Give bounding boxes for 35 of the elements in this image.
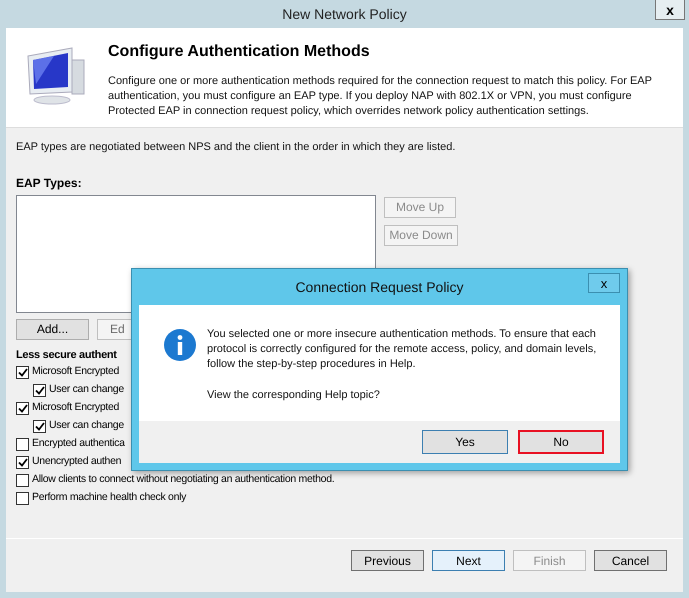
section-label: EAP Types: [16, 174, 83, 192]
window-title: New Network Policy [282, 4, 407, 24]
wizard-button[interactable]: Previous [351, 550, 424, 571]
dialog-button[interactable]: No [518, 430, 604, 454]
checkbox-label: Encrypted authentica [32, 436, 125, 452]
checkbox-label: Perform machine health check only [32, 490, 186, 506]
checkbox-label: User can change [49, 418, 124, 434]
checkbox[interactable] [33, 420, 46, 432]
intro-text: EAP types are negotiated between NPS and the client in the order in which they are listed. [16, 140, 456, 155]
checkbox[interactable] [16, 456, 29, 468]
wizard-button[interactable]: Next [432, 550, 505, 571]
checkbox-label: Microsoft Encrypted [32, 364, 120, 380]
checkbox[interactable] [16, 438, 29, 450]
dialog-question: View the corresponding Help topic? [207, 388, 381, 403]
checkbox[interactable] [16, 366, 29, 378]
checkmark-icon [18, 458, 28, 466]
dialog-button[interactable]: Yes [422, 430, 508, 454]
close-button[interactable]: x [588, 273, 620, 293]
dialog-title: Connection Request Policy [295, 278, 464, 297]
page-description: Configure one or more authentication methods required for the connection request to match this policy. For EAP authentication, you must configure an EAP type. If you deploy NAP with 802.1X or VPN, you must configure Protected EAP in connection request policy, which overrides network policy authentication settings. [108, 74, 653, 119]
wizard-button[interactable]: Cancel [594, 550, 667, 571]
checkbox-label: Microsoft Encrypted [32, 400, 120, 416]
checkbox[interactable] [33, 384, 46, 396]
checkbox[interactable] [16, 474, 29, 486]
info-icon [164, 329, 196, 361]
checkbox-label: Allow clients to connect without negotiating an authentication method. [32, 472, 334, 488]
add-button[interactable]: Add... [16, 318, 89, 340]
checkbox-label: User can change [49, 382, 124, 398]
page-title: Configure Authentication Methods [108, 42, 371, 62]
close-button[interactable]: x [655, 0, 685, 20]
checkbox[interactable] [16, 492, 29, 504]
dialog-message: You selected one or more insecure authentication methods. To ensure that each protocol is correctly configured for the remote access, policy, and domain levels, follow the step-by-step procedures in Help. [207, 327, 598, 372]
checkbox[interactable] [16, 402, 29, 414]
section-label: Less secure authent [16, 348, 117, 362]
checkbox-label: Unencrypted authen [32, 454, 122, 470]
